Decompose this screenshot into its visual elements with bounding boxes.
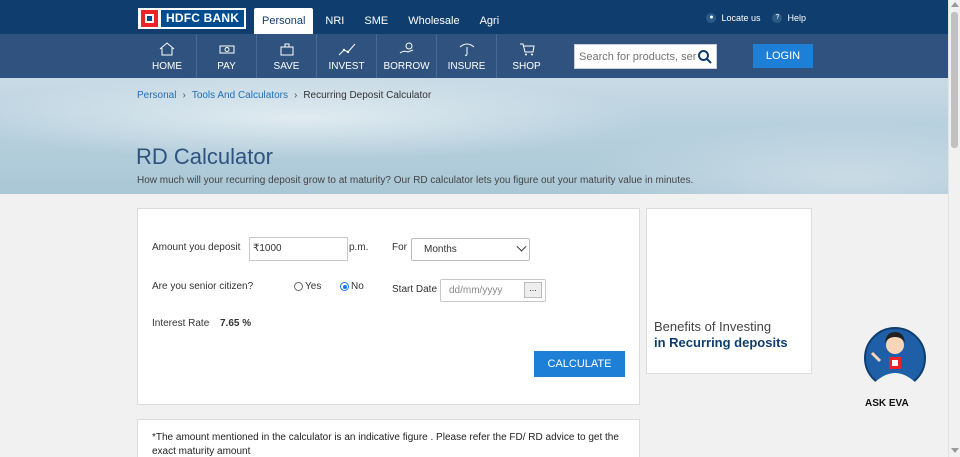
hdfc-logo-mark-icon	[141, 10, 158, 27]
nav-home[interactable]: HOME	[138, 34, 196, 78]
nav-pay[interactable]: PAY	[196, 34, 256, 78]
benefits-subtitle: in Recurring deposits	[654, 335, 788, 350]
nav-borrow-label: BORROW	[383, 61, 430, 72]
tab-agri[interactable]: Agri	[472, 8, 508, 34]
tenure-unit-select[interactable]: Months	[411, 238, 530, 261]
segment-tabs: Personal NRI SME Wholesale Agri	[254, 8, 511, 34]
for-label: For	[392, 242, 407, 253]
nav-shop-label: SHOP	[512, 61, 541, 72]
nav-home-label: HOME	[152, 61, 182, 72]
benefits-card[interactable]: Benefits of Investing in Recurring depos…	[646, 208, 812, 374]
locate-us-label: Locate us	[721, 13, 761, 23]
amount-label: Amount you deposit	[152, 242, 241, 253]
scroll-up-icon[interactable]	[951, 2, 959, 7]
senior-yes-radio[interactable]: Yes	[294, 281, 321, 292]
nav-save[interactable]: SAVE	[256, 34, 316, 78]
date-picker-button[interactable]: ...	[524, 282, 542, 298]
hdfc-logo[interactable]: HDFC BANK	[138, 8, 246, 29]
page-subtitle: How much will your recurring deposit gro…	[137, 175, 694, 186]
radio-unchecked-icon	[294, 282, 303, 291]
home-icon	[159, 42, 175, 56]
radio-checked-icon	[340, 282, 349, 291]
breadcrumb: Personal › Tools And Calculators › Recur…	[137, 90, 431, 101]
scroll-down-icon[interactable]	[951, 448, 959, 453]
tenure-unit-value: Months	[424, 244, 457, 255]
locate-us-link[interactable]: ● Locate us	[706, 13, 760, 23]
calculate-button[interactable]: CALCULATE	[534, 351, 625, 377]
nav-insure-label: INSURE	[447, 61, 486, 72]
location-pin-icon: ●	[706, 13, 717, 23]
start-date-label: Start Date	[392, 284, 438, 295]
nav-insure[interactable]: INSURE	[436, 34, 496, 78]
search-box	[574, 44, 717, 69]
nav-pay-label: PAY	[217, 61, 236, 72]
senior-citizen-label: Are you senior citizen?	[152, 281, 254, 292]
breadcrumb-current: Recurring Deposit Calculator	[303, 90, 432, 101]
amount-suffix: p.m.	[349, 242, 369, 253]
nav-borrow[interactable]: BORROW	[376, 34, 436, 78]
pay-icon	[219, 45, 234, 54]
nav-invest[interactable]: INVEST	[316, 34, 376, 78]
top-links: ● Locate us ? Help	[706, 13, 806, 23]
help-link[interactable]: ? Help	[772, 13, 806, 23]
tab-nri[interactable]: NRI	[317, 8, 352, 34]
shop-icon	[519, 43, 535, 56]
tab-wholesale[interactable]: Wholesale	[400, 8, 467, 34]
page-title: RD Calculator	[136, 144, 273, 169]
breadcrumb-chevron-icon: ›	[182, 90, 186, 101]
nav-save-label: SAVE	[273, 61, 300, 72]
insure-icon	[459, 43, 474, 56]
disclaimer-text: *The amount mentioned in the calculator …	[152, 432, 619, 457]
page-scrollbar[interactable]	[948, 0, 960, 457]
benefits-title: Benefits of Investing	[654, 319, 772, 334]
breadcrumb-tools[interactable]: Tools And Calculators	[192, 90, 288, 101]
logo-text: HDFC BANK	[161, 10, 245, 27]
interest-rate-value: 7.65 %	[220, 318, 252, 329]
top-bar: HDFC BANK Personal NRI SME Wholesale Agr…	[0, 0, 948, 34]
amount-input[interactable]: ₹1000	[249, 237, 348, 261]
senior-yes-label: Yes	[305, 281, 322, 292]
calculator-card: Amount you deposit ₹1000 p.m. For Months…	[137, 208, 640, 405]
breadcrumb-personal[interactable]: Personal	[137, 90, 176, 101]
help-label: Help	[787, 13, 806, 23]
search-icon[interactable]	[697, 49, 713, 65]
tab-sme[interactable]: SME	[356, 8, 396, 34]
scroll-thumb[interactable]	[951, 12, 958, 148]
borrow-icon	[399, 42, 413, 54]
search-input[interactable]	[575, 50, 697, 63]
help-icon: ?	[772, 13, 783, 23]
main-nav: HOME PAY SAVE INVEST BORROW INSURE SHOP	[0, 34, 948, 78]
hero-banner: Personal › Tools And Calculators › Recur…	[0, 78, 948, 194]
interest-rate-label: Interest Rate	[152, 318, 210, 329]
disclaimer-card: *The amount mentioned in the calculator …	[137, 419, 640, 457]
nav-invest-label: INVEST	[328, 61, 365, 72]
breadcrumb-chevron-icon: ›	[293, 90, 298, 101]
nav-shop[interactable]: SHOP	[496, 34, 556, 78]
ask-eva-label[interactable]: ASK EVA	[865, 398, 909, 409]
invest-icon	[338, 43, 355, 56]
senior-no-radio[interactable]: No	[340, 281, 364, 292]
chevron-down-icon	[516, 241, 527, 252]
tab-personal[interactable]: Personal	[254, 8, 314, 34]
login-button[interactable]: LOGIN	[753, 44, 813, 68]
senior-no-label: No	[351, 281, 364, 292]
save-icon	[280, 43, 293, 56]
